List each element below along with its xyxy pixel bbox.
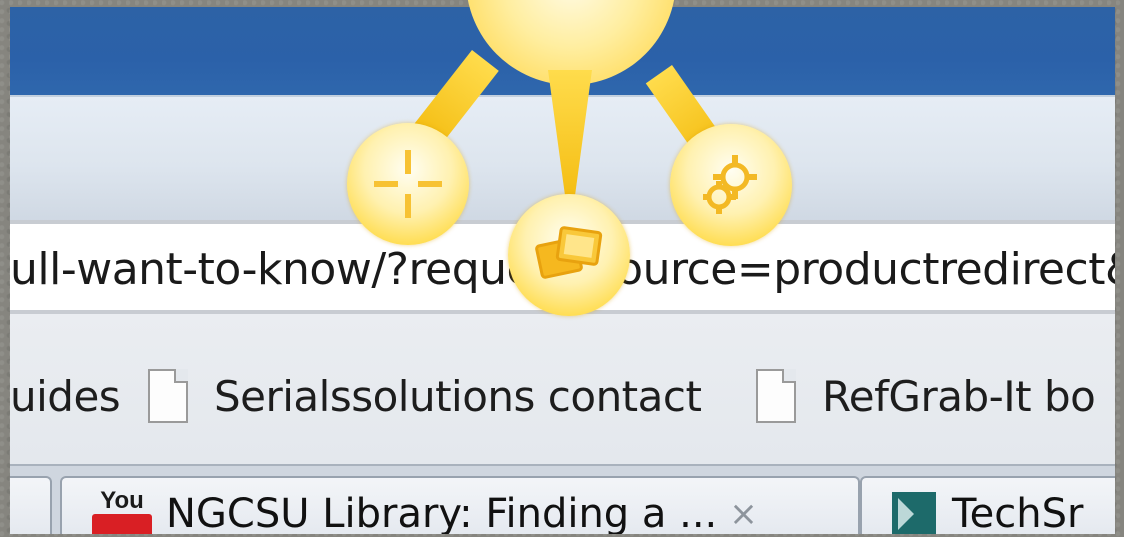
page-icon — [148, 369, 188, 423]
techsmith-icon — [892, 492, 936, 534]
images-icon — [535, 226, 603, 279]
bookmark-label: RefGrab-It bo — [822, 371, 1096, 421]
bookmark-item-serialssolutions[interactable]: Serialssolutions contact — [148, 366, 702, 426]
youtube-icon: You — [92, 488, 152, 534]
tab-techsmith[interactable]: TechSr — [860, 476, 1115, 534]
bookmark-item-refgrab[interactable]: RefGrab-It bo — [756, 366, 1096, 426]
tab-label: NGCSU Library: Finding a ... — [166, 491, 718, 534]
tab-strip: You NGCSU Library: Finding a ... × TechS… — [10, 464, 1115, 534]
images-button[interactable] — [508, 194, 630, 316]
tab-partial[interactable] — [10, 476, 52, 534]
page-icon — [756, 369, 796, 423]
bookmark-label: Serialssolutions contact — [214, 371, 702, 421]
tab-label: TechSr — [952, 491, 1084, 534]
tab-close-button[interactable]: × — [729, 492, 758, 534]
gear-icon — [703, 155, 757, 214]
bookmark-item-guides[interactable]: uides — [10, 366, 121, 426]
tab-ngcsu-library[interactable]: You NGCSU Library: Finding a ... × — [60, 476, 860, 534]
settings-button[interactable] — [670, 124, 792, 246]
bookmarks-bar: uides Serialssolutions contact RefGrab-I… — [10, 314, 1115, 464]
bookmark-label: uides — [10, 371, 121, 421]
screen-frame: ull-want-to-know/?request_source=product… — [0, 0, 1124, 537]
crosshair-icon — [374, 150, 442, 218]
crosshair-button[interactable] — [347, 123, 469, 245]
